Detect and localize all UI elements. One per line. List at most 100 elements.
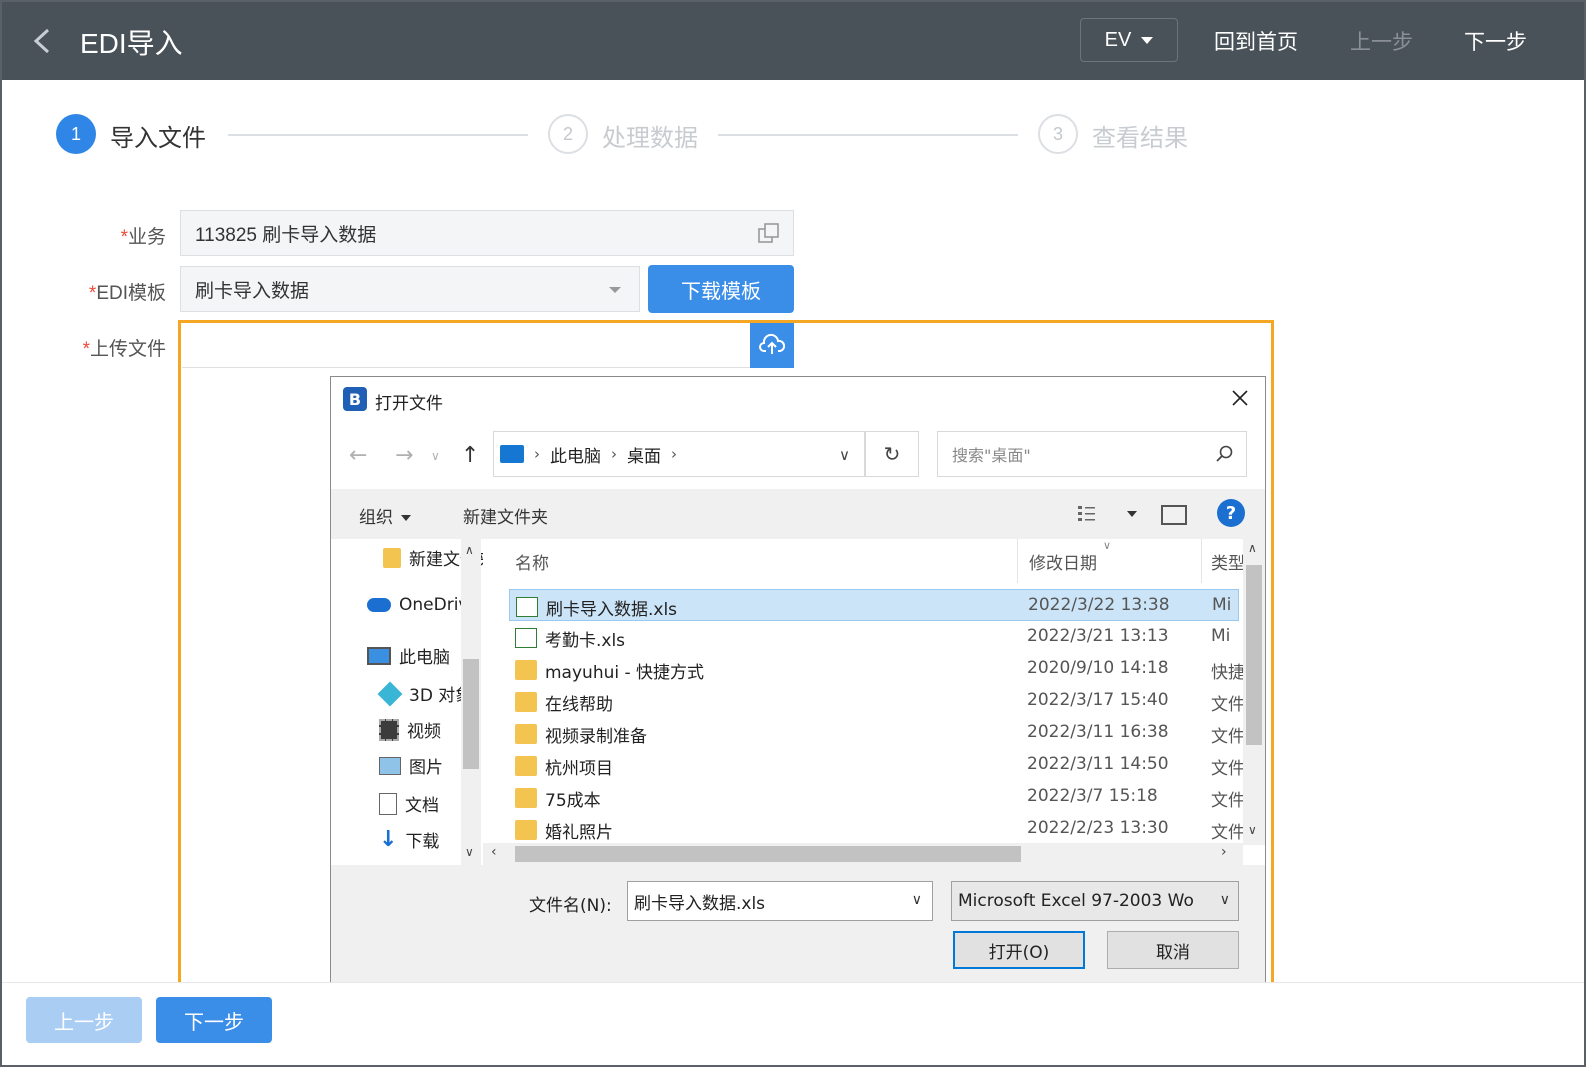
navigation-pane: 新建文件夹 OneDrive 此电脑 3D 对象 视频 图片 文档 ↓下载 ∧ …	[331, 539, 483, 865]
file-row[interactable]: 刷卡导入数据.xls 2022/3/22 13:38 Mi	[509, 589, 1239, 621]
nav-item-documents[interactable]: 文档	[379, 791, 439, 816]
chevron-down-icon[interactable]: ∨	[912, 892, 922, 908]
caret-down-icon[interactable]	[1127, 511, 1137, 517]
top-next-step-button[interactable]: 下一步	[1464, 26, 1527, 56]
filetype-select[interactable]: Microsoft Excel 97-2003 Wo ∨	[951, 881, 1239, 921]
vertical-scroll-thumb[interactable]	[1246, 565, 1262, 745]
environment-dropdown[interactable]: EV	[1080, 18, 1178, 62]
download-icon: ↓	[379, 827, 398, 852]
view-options-icon[interactable]	[1077, 503, 1103, 525]
folder-icon	[515, 692, 537, 712]
shortcut-folder-icon	[515, 660, 537, 680]
column-divider	[1201, 539, 1202, 583]
scroll-down-icon[interactable]: ∨	[465, 845, 474, 859]
nav-scrollbar[interactable]: ∧ ∨	[461, 539, 481, 865]
address-row: ← → ∨ ↑ › 此电脑 › 桌面 › ∨ ↻ 搜索"桌面"	[331, 429, 1265, 483]
nav-item-downloads[interactable]: ↓ 下载	[379, 827, 439, 852]
preview-pane-icon[interactable]	[1161, 505, 1187, 525]
copy-icon[interactable]	[757, 221, 781, 245]
caret-down-icon	[401, 515, 411, 521]
excel-icon	[516, 597, 538, 617]
close-icon[interactable]	[1229, 387, 1251, 409]
nav-item-videos[interactable]: 视频	[379, 717, 441, 742]
file-row[interactable]: 在线帮助 2022/3/17 15:40 文件	[509, 685, 1245, 717]
template-select[interactable]: 刷卡导入数据	[180, 266, 640, 312]
documents-icon	[379, 792, 397, 815]
file-row[interactable]: 杭州项目 2022/3/11 14:50 文件	[509, 749, 1245, 781]
filetype-value: Microsoft Excel 97-2003 Wo	[958, 891, 1194, 911]
new-folder-button[interactable]: 新建文件夹	[463, 503, 548, 528]
address-bar[interactable]: › 此电脑 › 桌面 › ∨	[493, 431, 865, 477]
column-type[interactable]: 类型	[1211, 549, 1245, 574]
step-2-circle: 2	[548, 114, 588, 154]
step-1-label: 导入文件	[110, 125, 206, 152]
filename-input[interactable]: 刷卡导入数据.xls ∨	[627, 881, 933, 921]
business-label: *业务	[120, 227, 166, 248]
forward-icon[interactable]: →	[395, 443, 413, 468]
file-row[interactable]: 75成本 2022/3/7 15:18 文件	[509, 781, 1245, 813]
3d-objects-icon	[377, 681, 403, 706]
top-prev-step-button[interactable]: 上一步	[1350, 26, 1413, 56]
file-row[interactable]: 考勤卡.xls 2022/3/21 13:13 Mi	[509, 621, 1239, 653]
nav-item-this-pc[interactable]: 此电脑	[367, 643, 450, 668]
step-2-label: 处理数据	[602, 125, 698, 152]
home-link[interactable]: 回到首页	[1214, 26, 1298, 56]
file-list-horizontal-scrollbar[interactable]: ‹ ›	[483, 843, 1243, 865]
open-file-dialog: B 打开文件 ← → ∨ ↑ › 此电脑 › 桌面 › ∨ ↻ 搜索"桌面" 组…	[330, 376, 1266, 988]
open-button[interactable]: 打开(O)	[953, 931, 1085, 969]
step-1-circle: 1	[56, 114, 96, 154]
sort-chevron-icon: ∨	[1103, 539, 1112, 552]
chevron-down-icon: ∨	[1219, 892, 1230, 908]
business-field[interactable]: 113825 刷卡导入数据	[180, 210, 794, 256]
footer-bar: 上一步 下一步	[2, 982, 1584, 1065]
column-date[interactable]: 修改日期	[1029, 549, 1097, 574]
horizontal-scroll-thumb[interactable]	[515, 846, 1021, 862]
caret-down-icon	[609, 287, 621, 293]
search-placeholder: 搜索"桌面"	[952, 446, 1031, 465]
download-template-button[interactable]: 下载模板	[648, 265, 794, 313]
column-name[interactable]: 名称	[515, 549, 549, 574]
folder-icon	[515, 820, 537, 840]
help-icon[interactable]: ?	[1217, 499, 1245, 527]
next-step-button[interactable]: 下一步	[156, 997, 272, 1043]
refresh-icon: ↻	[883, 442, 901, 466]
step-connector	[718, 134, 1018, 136]
folder-icon	[383, 547, 401, 568]
file-row[interactable]: 婚礼照片 2022/2/23 13:30 文件	[509, 813, 1245, 845]
app-window: EDI导入 EV 回到首页 上一步 下一步 1 导入文件 2 处理数据 3 查看…	[0, 0, 1586, 1067]
up-icon[interactable]: ↑	[461, 443, 479, 468]
scroll-down-icon[interactable]: ∨	[1248, 823, 1257, 837]
excel-icon	[515, 628, 537, 648]
breadcrumb-item[interactable]: 此电脑	[550, 442, 601, 467]
back-icon[interactable]: ←	[349, 443, 367, 468]
business-value: 113825 刷卡导入数据	[195, 224, 377, 246]
video-icon	[379, 718, 399, 741]
file-row[interactable]: 视频录制准备 2022/3/11 16:38 文件	[509, 717, 1245, 749]
scroll-up-icon[interactable]: ∧	[1248, 541, 1257, 555]
cancel-button[interactable]: 取消	[1107, 931, 1239, 969]
file-row[interactable]: mayuhui - 快捷方式 2020/9/10 14:18 快捷	[509, 653, 1245, 685]
nav-item-3d-objects[interactable]: 3D 对象	[377, 681, 472, 706]
search-input[interactable]: 搜索"桌面"	[937, 431, 1247, 477]
recent-chevron-icon[interactable]: ∨	[431, 449, 440, 463]
scroll-right-icon[interactable]: ›	[1221, 844, 1227, 860]
chevron-down-icon[interactable]: ∨	[839, 446, 850, 464]
scroll-left-icon[interactable]: ‹	[491, 844, 497, 860]
file-list-vertical-scrollbar[interactable]: ∧ ∨	[1243, 539, 1265, 845]
back-arrow-icon[interactable]	[30, 26, 56, 56]
dialog-title-bar: B 打开文件	[331, 377, 1265, 421]
step-3-circle: 3	[1038, 114, 1078, 154]
nav-scroll-thumb[interactable]	[463, 659, 479, 769]
upload-button[interactable]	[750, 322, 794, 368]
breadcrumb-item[interactable]: 桌面	[627, 442, 661, 467]
computer-icon	[500, 445, 524, 463]
onedrive-icon	[367, 598, 391, 612]
scroll-up-icon[interactable]: ∧	[465, 543, 474, 557]
chevron-right-icon: ›	[611, 445, 617, 463]
organize-menu[interactable]: 组织	[359, 503, 411, 528]
refresh-button[interactable]: ↻	[865, 431, 919, 477]
nav-item-pictures[interactable]: 图片	[379, 753, 443, 778]
prev-step-button[interactable]: 上一步	[26, 997, 142, 1043]
upload-file-field[interactable]	[182, 322, 750, 368]
step-connector	[228, 134, 528, 136]
